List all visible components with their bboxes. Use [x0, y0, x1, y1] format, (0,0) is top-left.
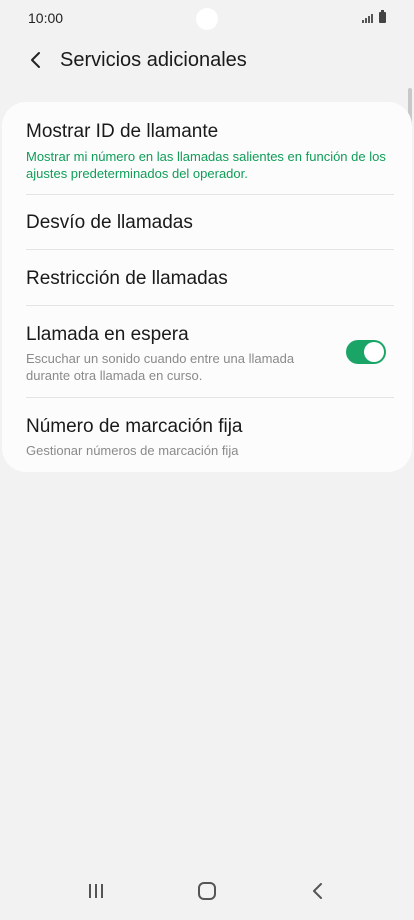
toggle-knob	[364, 342, 384, 362]
setting-item-call-forwarding[interactable]: Desvío de llamadas	[26, 211, 394, 235]
recent-apps-button[interactable]	[72, 867, 120, 915]
divider	[26, 397, 394, 398]
navigation-bar	[0, 862, 414, 920]
back-button[interactable]	[16, 40, 56, 80]
divider	[26, 249, 394, 250]
setting-item-title: Mostrar ID de llamante	[26, 121, 219, 142]
status-time: 10:00	[28, 10, 64, 26]
camera-cutout	[196, 8, 218, 30]
setting-item-title: Restricción de llamadas	[26, 268, 228, 289]
page-title: Servicios adicionales	[60, 48, 247, 71]
chevron-left-icon	[31, 52, 40, 68]
signal-icon	[362, 13, 373, 23]
home-icon	[197, 882, 216, 900]
setting-item-title: Desvío de llamadas	[26, 212, 193, 233]
divider	[26, 194, 394, 195]
setting-item-subtitle: Mostrar mi número en las llamadas salien…	[26, 149, 386, 181]
setting-item-call-barring[interactable]: Restricción de llamadas	[26, 267, 394, 291]
setting-item-subtitle: Gestionar números de marcación fija	[26, 443, 239, 458]
setting-item-title: Número de marcación fija	[26, 416, 243, 437]
divider	[26, 305, 394, 306]
status-bar: 10:00	[0, 0, 414, 36]
call-waiting-toggle[interactable]	[346, 340, 386, 364]
setting-item-fixed-dialing[interactable]: Número de marcación fija Gestionar númer…	[26, 415, 394, 459]
setting-item-call-waiting[interactable]: Llamada en espera Escuchar un sonido cua…	[26, 323, 326, 384]
back-icon	[313, 883, 323, 899]
battery-icon	[379, 10, 386, 23]
setting-item-caller-id[interactable]: Mostrar ID de llamante Mostrar mi número…	[26, 120, 394, 182]
setting-item-title: Llamada en espera	[26, 324, 189, 345]
app-header: Servicios adicionales	[0, 38, 414, 82]
setting-item-subtitle: Escuchar un sonido cuando entre una llam…	[26, 351, 295, 383]
settings-card: Mostrar ID de llamante Mostrar mi número…	[2, 102, 412, 472]
nav-back-button[interactable]	[294, 867, 342, 915]
recent-apps-icon	[88, 884, 103, 898]
home-button[interactable]	[183, 867, 231, 915]
status-icons	[362, 10, 386, 23]
